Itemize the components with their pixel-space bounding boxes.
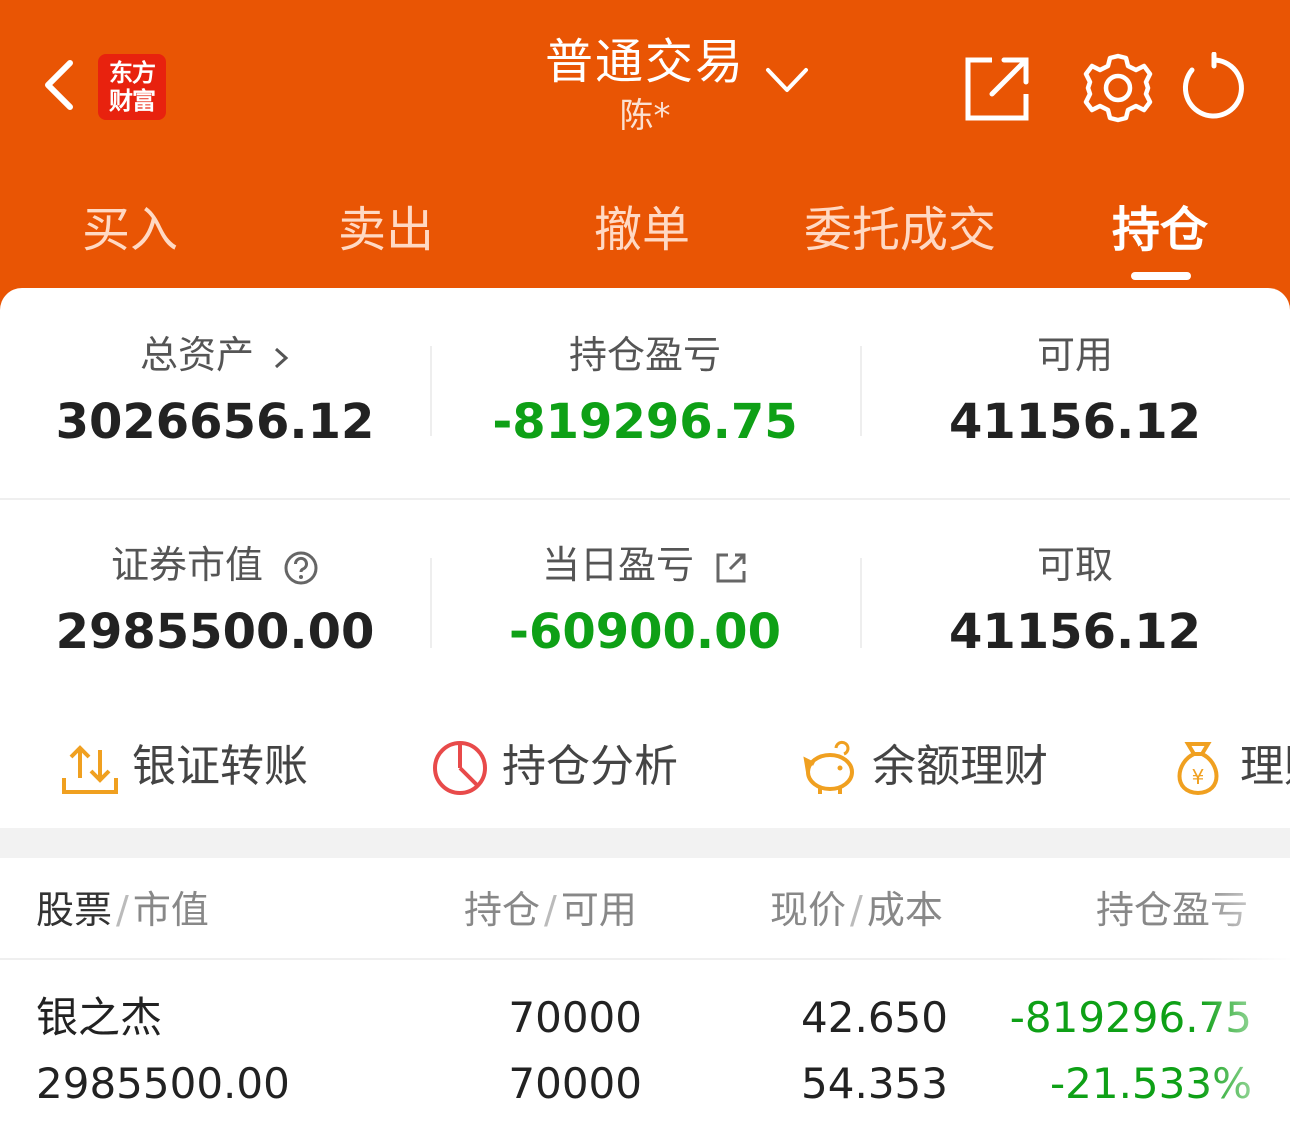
divider — [0, 498, 1290, 500]
chevron-right-icon — [275, 347, 289, 368]
external-link-icon — [716, 553, 746, 582]
tab-orders[interactable]: 委托成交 — [790, 190, 1010, 270]
chevron-down-icon[interactable] — [762, 60, 812, 100]
column-header-price[interactable]: 现价 / 成本 — [770, 882, 943, 938]
account-switcher[interactable]: 普通交易 陈* — [500, 30, 790, 138]
scroll-fade — [1200, 858, 1290, 1141]
stock-name: 银之杰 — [36, 993, 163, 1042]
withdrawable-value: 41156.12 — [948, 604, 1202, 660]
column-header-holding[interactable]: 持仓 / 可用 — [464, 882, 637, 938]
available-value: 41156.12 — [948, 394, 1202, 450]
piggy-bank-icon — [803, 740, 854, 794]
transfer-icon — [62, 745, 118, 794]
stock-cost: 54.353 — [801, 1059, 948, 1108]
trade-tabs: 买入 卖出 撤单 委托成交 持仓 — [0, 180, 1290, 280]
tab-buy[interactable]: 买入 — [60, 190, 200, 270]
stock-market-value: 2985500.00 — [36, 1059, 290, 1108]
stock-price: 42.650 — [801, 993, 948, 1042]
bank-transfer-button[interactable]: 银证转账 — [60, 732, 360, 802]
wealth-management-button[interactable]: ¥ 理财 — [1168, 732, 1290, 802]
stock-holding: 70000 — [508, 993, 642, 1042]
position-analysis-button[interactable]: 持仓分析 — [430, 732, 730, 802]
balance-wealth-button[interactable]: 余额理财 — [800, 732, 1100, 802]
money-bag-icon: ¥ — [1177, 742, 1219, 796]
gear-icon[interactable] — [1082, 52, 1154, 124]
stock-available: 70000 — [508, 1059, 642, 1108]
share-icon[interactable] — [962, 52, 1034, 124]
position-pnl: 持仓盈亏 -819296.75 — [430, 330, 860, 454]
page-title: 普通交易 — [544, 34, 745, 90]
tab-sell[interactable]: 卖出 — [316, 190, 456, 270]
position-pnl-value: -819296.75 — [492, 394, 798, 450]
section-gap — [0, 828, 1290, 858]
tab-positions[interactable]: 持仓 — [1090, 190, 1230, 270]
assets-summary-card: 总资产 3026656.12 持仓盈亏 -819296.75 可用 41156.… — [0, 288, 1290, 828]
help-icon[interactable] — [283, 550, 319, 586]
holdings-table: 股票 / 市值 持仓 / 可用 现价 / 成本 持仓盈亏 银之杰 2985500.00 70… — [0, 858, 1290, 1141]
refresh-icon[interactable] — [1178, 52, 1250, 124]
daily-pnl[interactable]: 当日盈亏 -60900.00 — [430, 540, 860, 664]
brand-logo: 东方 财富 — [98, 54, 166, 120]
daily-pnl-value: -60900.00 — [509, 604, 781, 660]
account-name: 陈* — [619, 96, 671, 136]
active-tab-indicator — [1131, 272, 1191, 280]
svg-text:¥: ¥ — [1192, 765, 1205, 789]
total-assets[interactable]: 总资产 3026656.12 — [0, 330, 430, 454]
column-header-stock[interactable]: 股票 / 市值 — [36, 882, 209, 938]
available-funds: 可用 41156.12 — [860, 330, 1290, 454]
divider — [0, 958, 1290, 960]
app-header: 东方 财富 普通交易 陈* 买入 卖出 撤单 委托成交 持仓 — [0, 0, 1290, 320]
withdrawable-funds: 可取 41156.12 — [860, 540, 1290, 664]
market-value-value: 2985500.00 — [55, 604, 375, 660]
pie-chart-icon — [433, 741, 487, 795]
tab-cancel[interactable]: 撤单 — [572, 190, 712, 270]
market-value: 证券市值 2985500.00 — [0, 540, 430, 664]
back-arrow-icon[interactable] — [36, 55, 86, 115]
total-assets-value: 3026656.12 — [55, 394, 375, 450]
